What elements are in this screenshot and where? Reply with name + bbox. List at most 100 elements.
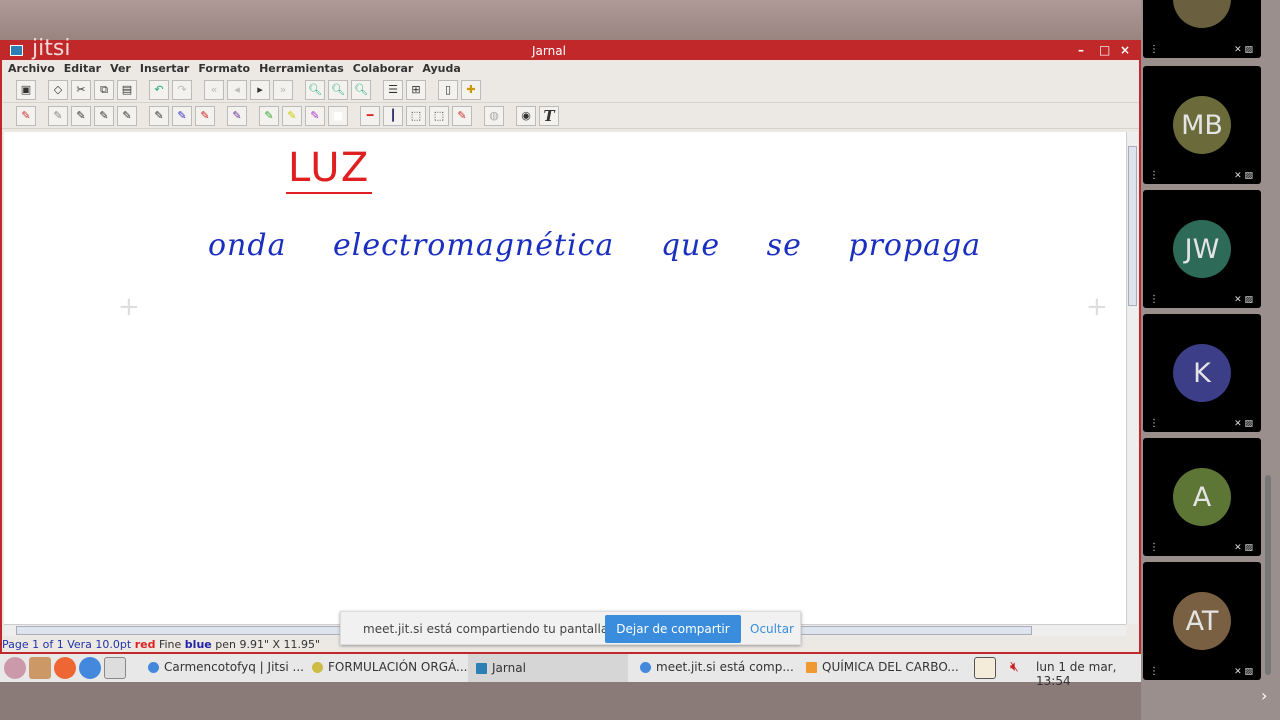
more-icon[interactable]: ⋮: [1149, 294, 1159, 305]
jarnal-icon: [476, 662, 487, 674]
avatar: A: [1173, 468, 1231, 526]
more-icon[interactable]: ⋮: [1149, 542, 1159, 553]
task-quimica[interactable]: QUÍMICA DEL CARBO...: [806, 660, 959, 674]
status-color-red: red: [134, 638, 156, 651]
avatar: [1173, 0, 1231, 28]
more-icon[interactable]: ⋮: [1149, 170, 1159, 181]
panel-scrollbar[interactable]: [1265, 475, 1271, 675]
yellow-highlighter-icon[interactable]: ✎: [282, 105, 302, 126]
task-jitsi[interactable]: Carmencotofyq | Jitsi ...: [148, 660, 304, 674]
taskbar: Carmencotofyq | Jitsi ... FORMULACIÓN OR…: [0, 654, 1141, 688]
muted-icon: ✕ ▨: [1234, 45, 1253, 55]
fine-pen-icon[interactable]: ✎: [48, 105, 68, 126]
app-launcher-icon[interactable]: [4, 657, 26, 679]
zoom-out-icon[interactable]: 🔍︎: [328, 79, 348, 100]
muted-icon: ✕ ▨: [1234, 419, 1253, 429]
layout-grid-icon[interactable]: ⊞: [406, 79, 426, 100]
white-highlighter-icon[interactable]: ■: [328, 105, 348, 126]
menu-herramientas[interactable]: Herramientas: [259, 62, 344, 75]
zoom-fit-icon[interactable]: 🔍︎: [351, 79, 371, 100]
vertical-scrollbar[interactable]: [1126, 132, 1138, 624]
task-jarnal[interactable]: Jarnal: [468, 654, 628, 682]
participant-tile[interactable]: MB ⋮ ✕ ▨: [1143, 66, 1261, 184]
participant-tile[interactable]: ⋮ ✕ ▨: [1143, 0, 1261, 58]
menu-ver[interactable]: Ver: [110, 62, 131, 75]
red-pen-icon[interactable]: ✎: [195, 105, 215, 126]
redo-icon[interactable]: ↷: [172, 79, 192, 100]
insert-page-icon[interactable]: ✚: [461, 79, 481, 100]
drawing-canvas[interactable]: + + LUZ onda electromagnética que se pro…: [4, 132, 1126, 624]
chevron-right-icon[interactable]: ›: [1261, 686, 1267, 705]
menu-bar: Archivo Editar Ver Insertar Formato Herr…: [2, 60, 1139, 77]
pen-icon[interactable]: ✎: [16, 105, 36, 126]
more-icon[interactable]: ⋮: [1149, 418, 1159, 429]
medium-pen-icon[interactable]: ✎: [71, 105, 91, 126]
black-pen-icon[interactable]: ✎: [149, 105, 169, 126]
select-region-icon[interactable]: ⬚: [429, 105, 449, 126]
text-tool-icon[interactable]: T: [539, 105, 559, 126]
menu-editar[interactable]: Editar: [64, 62, 101, 75]
image-icon[interactable]: ◍: [484, 105, 504, 126]
eraser-pen-icon[interactable]: ✎: [452, 105, 472, 126]
copy-icon[interactable]: ⧉: [94, 79, 114, 100]
chromium-icon[interactable]: [79, 657, 101, 679]
menu-insertar[interactable]: Insertar: [140, 62, 189, 75]
stop-sharing-button[interactable]: Dejar de compartir: [605, 615, 741, 643]
notes-icon[interactable]: [29, 657, 51, 679]
layout-single-icon[interactable]: ☰: [383, 79, 403, 100]
participant-tile[interactable]: AT ⋮ ✕ ▨: [1143, 562, 1261, 680]
close-button[interactable]: ×: [1120, 43, 1130, 57]
zoom-in-icon[interactable]: 🔍︎: [305, 79, 325, 100]
first-page-icon[interactable]: «: [204, 79, 224, 100]
text-editor-icon[interactable]: [104, 657, 126, 679]
next-page-icon[interactable]: ▸: [250, 79, 270, 100]
status-page: Page 1 of 1 Vera 10.0pt: [2, 638, 132, 651]
task-formulacion[interactable]: FORMULACIÓN ORGÁ...: [312, 660, 467, 674]
window-title: Jarnal: [532, 44, 566, 58]
new-page-icon[interactable]: ▯: [438, 79, 458, 100]
task-label: FORMULACIÓN ORGÁ...: [328, 660, 468, 674]
volume-muted-icon[interactable]: 🔇︎: [1010, 659, 1019, 675]
participant-tile[interactable]: A ⋮ ✕ ▨: [1143, 438, 1261, 556]
select-icon[interactable]: ⬚: [406, 105, 426, 126]
toolbar-main: ▣ ◇ ✂ ⧉ ▤ ↶ ↷ « ◂ ▸ » 🔍︎ 🔍︎ 🔍︎ ☰ ⊞ ▯ ✚: [2, 77, 1139, 103]
status-color-blue: blue: [184, 638, 212, 651]
task-meet[interactable]: meet.jit.si está comp...: [640, 660, 794, 674]
green-highlighter-icon[interactable]: ✎: [259, 105, 279, 126]
handwritten-line: onda electromagnética que se propaga: [208, 228, 982, 263]
more-icon[interactable]: ⋮: [1149, 44, 1159, 55]
menu-ayuda[interactable]: Ayuda: [422, 62, 460, 75]
menu-colaborar[interactable]: Colaborar: [353, 62, 414, 75]
avatar: AT: [1173, 592, 1231, 650]
prev-page-icon[interactable]: ◂: [227, 79, 247, 100]
network-icon[interactable]: [974, 657, 996, 679]
cut-icon[interactable]: ✂: [71, 79, 91, 100]
save-icon[interactable]: ▣: [16, 79, 36, 100]
blue-pen-icon[interactable]: ✎: [172, 105, 192, 126]
paste-icon[interactable]: ▤: [117, 79, 137, 100]
title-bar: jitsi Jarnal – □ ×: [2, 36, 1139, 61]
maximize-button[interactable]: □: [1099, 43, 1110, 57]
eraser-icon[interactable]: ◇: [48, 79, 68, 100]
hide-button[interactable]: Ocultar: [750, 622, 794, 636]
firefox-icon[interactable]: [54, 657, 76, 679]
heavy-pen-icon[interactable]: ✎: [94, 105, 114, 126]
line-icon[interactable]: ━: [360, 105, 380, 126]
menu-archivo[interactable]: Archivo: [8, 62, 55, 75]
globe-icon[interactable]: ◉: [516, 105, 536, 126]
participant-tile[interactable]: K ⋮ ✕ ▨: [1143, 314, 1261, 432]
avatar: JW: [1173, 220, 1231, 278]
more-icon[interactable]: ⋮: [1149, 666, 1159, 677]
participant-tile[interactable]: JW ⋮ ✕ ▨: [1143, 190, 1261, 308]
undo-icon[interactable]: ↶: [149, 79, 169, 100]
document-icon: [312, 661, 323, 673]
fat-pen-icon[interactable]: ✎: [117, 105, 137, 126]
clock[interactable]: lun 1 de mar, 13:54: [1036, 660, 1141, 688]
vertical-line-icon[interactable]: ┃: [383, 105, 403, 126]
color-picker-icon[interactable]: ✎: [227, 105, 247, 126]
minimize-button[interactable]: –: [1078, 43, 1084, 57]
chromium-icon: [148, 661, 159, 673]
purple-highlighter-icon[interactable]: ✎: [305, 105, 325, 126]
last-page-icon[interactable]: »: [273, 79, 293, 100]
menu-formato[interactable]: Formato: [198, 62, 250, 75]
